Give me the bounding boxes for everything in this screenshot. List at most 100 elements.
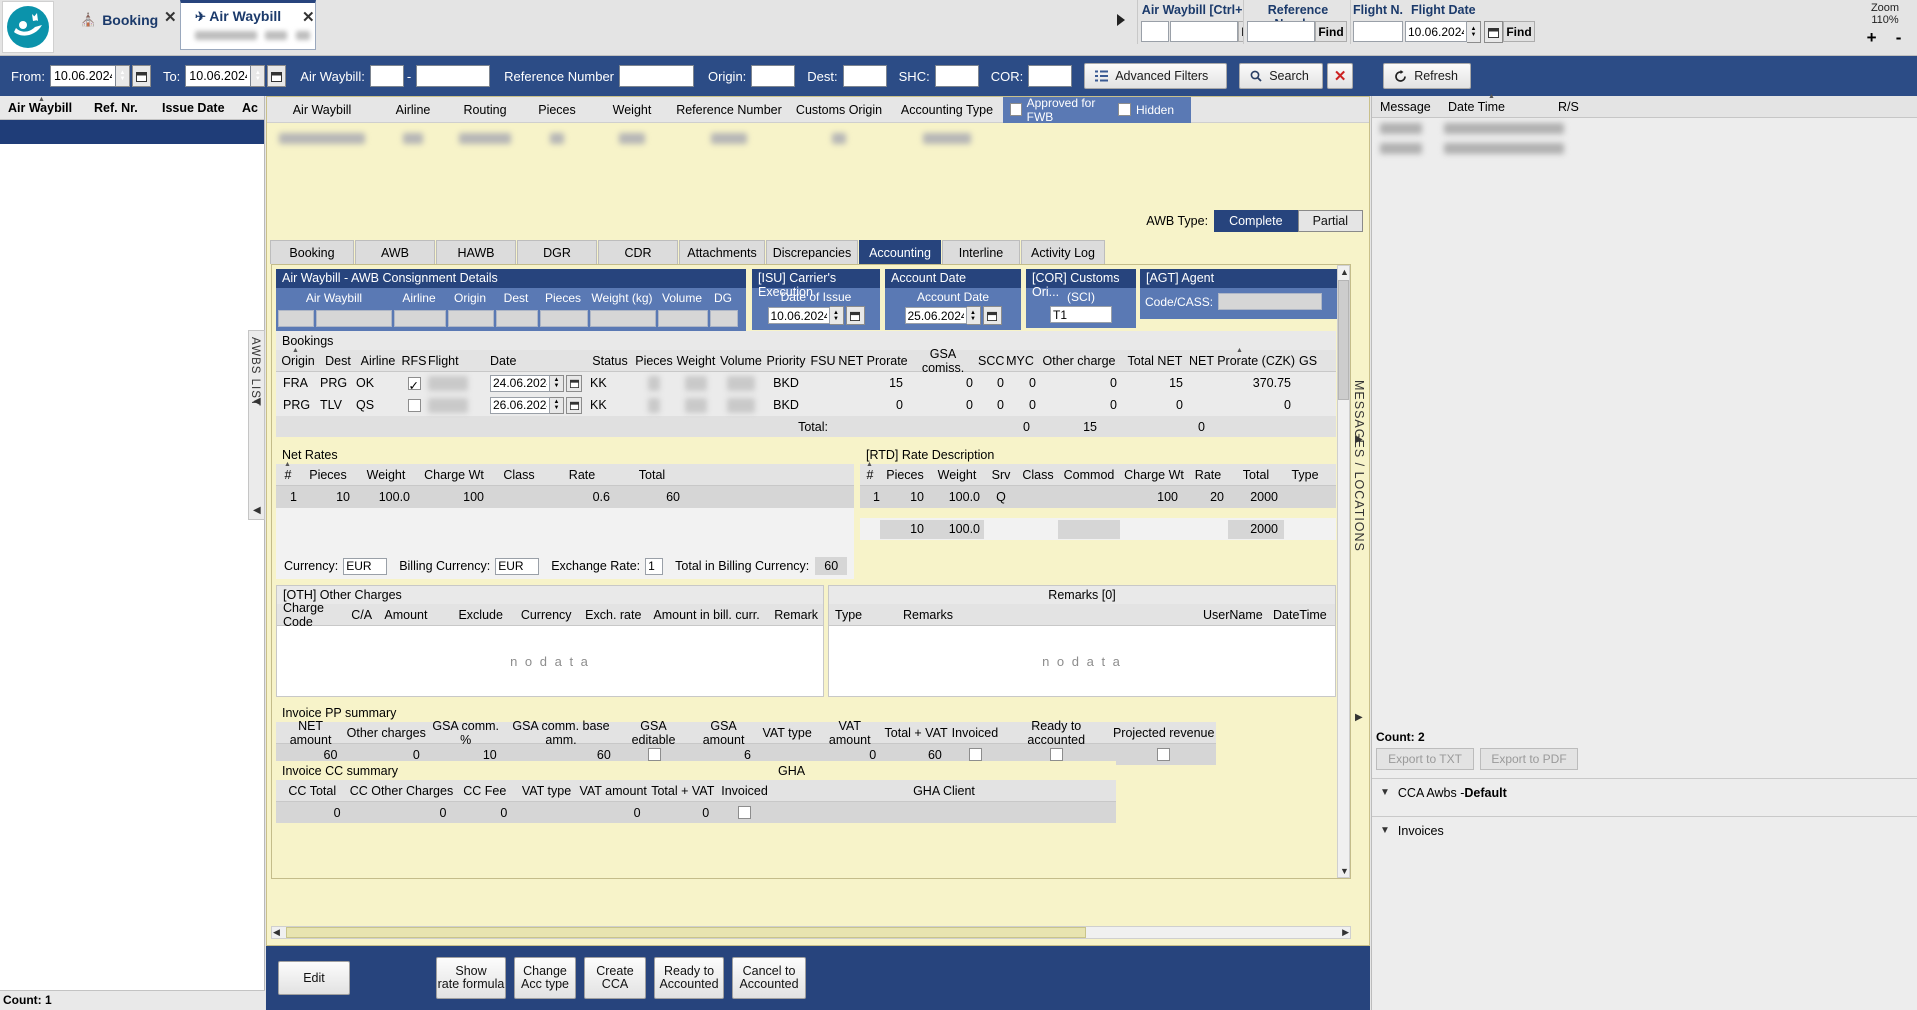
awb-col-reference-number[interactable]: Reference Number: [671, 103, 787, 117]
bk-rfs-checkbox-2[interactable]: [407, 398, 421, 412]
pp-col-vat-amount[interactable]: VAT amount: [816, 719, 883, 747]
cc-col-vat-type[interactable]: VAT type: [515, 784, 578, 798]
awb-col-pieces[interactable]: Pieces: [521, 103, 593, 117]
collapse-left-arrow-icon[interactable]: ◀: [253, 396, 261, 407]
rate-description-row[interactable]: 10 100.0 2000: [860, 518, 1336, 540]
to-date-spinner[interactable]: ▲ ▼: [251, 65, 266, 87]
pp-col-invoiced[interactable]: Invoiced: [949, 726, 1001, 740]
cons-val-dg-redacted[interactable]: [710, 310, 738, 327]
bk-col-pieces[interactable]: Pieces: [634, 354, 674, 368]
bk-date-spinner-2[interactable]: ▲ ▼: [550, 396, 564, 414]
cc-col-total-vat[interactable]: Total + VAT: [648, 784, 717, 798]
bk-col-weight[interactable]: Weight: [674, 354, 718, 368]
account-date-calendar-icon[interactable]: [982, 306, 1002, 325]
bk-col-volume[interactable]: Volume: [718, 354, 764, 368]
show-rate-formula-button[interactable]: Show rate formula: [436, 957, 506, 999]
bk-col-fsu[interactable]: FSU: [808, 354, 838, 368]
cons-val-pieces-redacted[interactable]: [540, 310, 588, 327]
net-rates-row[interactable]: 1 10 100.0 100 0.6 60: [276, 486, 854, 508]
rd-col-weight[interactable]: Weight: [930, 468, 984, 482]
awb-type-partial-button[interactable]: Partial: [1297, 210, 1363, 232]
awb-col-air-waybill[interactable]: Air Waybill: [267, 103, 377, 117]
cancel-to-accounted-button[interactable]: Cancel to Accounted: [732, 957, 806, 999]
from-date-calendar-icon[interactable]: [131, 65, 151, 87]
quick-search-reference-input[interactable]: [1247, 21, 1315, 42]
to-date-calendar-icon[interactable]: [267, 65, 287, 87]
expand-right-arrow-icon-2[interactable]: ▶: [1355, 712, 1363, 723]
bk-col-origin[interactable]: ▲ Origin: [276, 347, 320, 368]
rd-col-total[interactable]: Total: [1228, 468, 1284, 482]
advanced-filters-button[interactable]: Advanced Filters: [1084, 63, 1228, 89]
oc-col-ca[interactable]: C/A: [351, 608, 384, 622]
pp-col-other-charges[interactable]: Other charges: [345, 726, 427, 740]
rd-col-commod[interactable]: Commod: [1058, 468, 1120, 482]
content-horizontal-scrollbar[interactable]: ◀ ▶: [271, 926, 1351, 939]
pp-col-total-vat[interactable]: Total + VAT: [883, 726, 948, 740]
messages-locations-collapse-panel[interactable]: MESSAGES / LOCATIONS: [1352, 380, 1370, 630]
exchange-rate-input[interactable]: [645, 557, 664, 575]
gha-values-row[interactable]: [772, 802, 1116, 823]
pp-projected-revenue-checkbox[interactable]: [1157, 748, 1171, 761]
invoice-cc-values-row[interactable]: 0 0 0 0 0: [276, 802, 772, 823]
quick-search-reference-find-button[interactable]: Find: [1315, 21, 1347, 42]
edit-button[interactable]: Edit: [278, 961, 350, 995]
quick-search-awb-prefix-input[interactable]: [1141, 21, 1169, 42]
cor-filter-input[interactable]: [1028, 65, 1073, 87]
tab-discrepancies[interactable]: Discrepancies: [766, 240, 858, 264]
rd-col-rate[interactable]: Rate: [1188, 468, 1228, 482]
oc-col-exch-rate[interactable]: Exch. rate: [585, 608, 653, 622]
cc-col-fee[interactable]: CC Fee: [454, 784, 515, 798]
expand-toolbar-arrow-icon[interactable]: [1117, 14, 1125, 26]
bk-col-myc[interactable]: MYC: [1004, 354, 1036, 368]
quick-search-flight-find-button[interactable]: Find: [1503, 21, 1535, 42]
pp-invoiced-checkbox[interactable]: [969, 748, 983, 761]
awb-col-airline[interactable]: Airline: [377, 103, 449, 117]
oc-col-exclude[interactable]: Exclude: [458, 608, 520, 622]
account-date-spinner[interactable]: ▲ ▼: [966, 306, 981, 325]
tab-hawb[interactable]: HAWB: [436, 240, 516, 264]
awb-col-weight[interactable]: Weight: [593, 103, 671, 117]
nr-col-charge-wt[interactable]: Charge Wt: [416, 468, 492, 482]
bk-col-airline[interactable]: Airline: [356, 354, 400, 368]
bk-col-scc[interactable]: SCC: [978, 354, 1004, 368]
column-header-issue-date[interactable]: Issue Date: [154, 101, 234, 115]
tab-dgr[interactable]: DGR: [517, 240, 597, 264]
cons-val-airline-redacted[interactable]: [394, 310, 446, 327]
tab-awb[interactable]: AWB: [355, 240, 435, 264]
cc-col-vat-amount[interactable]: VAT amount: [578, 784, 649, 798]
bk-col-gs[interactable]: GS: [1296, 354, 1320, 368]
nr-col-num[interactable]: ▲ #: [276, 461, 300, 482]
cons-val-origin-redacted[interactable]: [448, 310, 494, 327]
oc-col-amount[interactable]: Amount: [384, 608, 458, 622]
sci-input[interactable]: [1050, 306, 1112, 323]
rd-col-type[interactable]: Type: [1284, 468, 1326, 482]
scroll-left-icon[interactable]: ◀: [273, 927, 280, 938]
bk-col-gsa-comiss[interactable]: GSA comiss.: [908, 347, 978, 375]
collapse-left-arrow-icon-2[interactable]: ◀: [253, 505, 261, 516]
create-cca-button[interactable]: Create CCA: [584, 957, 646, 999]
nr-col-rate[interactable]: Rate: [546, 468, 618, 482]
awb-prefix-filter-input[interactable]: [369, 65, 404, 87]
pp-gsa-editable-checkbox[interactable]: [647, 748, 661, 761]
cons-val-volume-redacted[interactable]: [658, 310, 708, 327]
messages-row[interactable]: [1372, 138, 1917, 158]
rm-col-type[interactable]: Type: [829, 608, 903, 622]
close-icon-booking-tab[interactable]: ✕: [164, 8, 177, 26]
ready-to-accounted-button[interactable]: Ready to Accounted: [654, 957, 724, 999]
pp-col-net-amount[interactable]: NET amount: [276, 719, 345, 747]
bk-col-dest[interactable]: Dest: [320, 354, 356, 368]
bookings-row[interactable]: FRA PRG OK ✓ ▲▼ KK BKD 15: [276, 372, 1336, 394]
awb-col-accounting-type[interactable]: Accounting Type: [891, 103, 1003, 117]
bk-date-spinner-1[interactable]: ▲ ▼: [550, 374, 564, 392]
pp-col-gsa-comm-base[interactable]: GSA comm. base amm.: [504, 719, 618, 747]
bk-col-date[interactable]: Date: [490, 354, 586, 368]
bk-col-rfs[interactable]: RFS: [400, 354, 428, 368]
nr-col-total[interactable]: Total: [618, 468, 686, 482]
scroll-up-icon[interactable]: ▲: [1339, 267, 1350, 277]
tab-accounting[interactable]: Accounting: [859, 240, 941, 264]
oc-col-remark[interactable]: Remark: [774, 608, 823, 622]
pp-col-ready-accounted[interactable]: Ready to accounted: [1001, 719, 1111, 747]
change-acc-type-button[interactable]: Change Acc type: [514, 957, 576, 999]
date-of-issue-spinner[interactable]: ▲ ▼: [829, 306, 844, 325]
oc-col-charge-code[interactable]: Charge Code: [277, 601, 351, 629]
